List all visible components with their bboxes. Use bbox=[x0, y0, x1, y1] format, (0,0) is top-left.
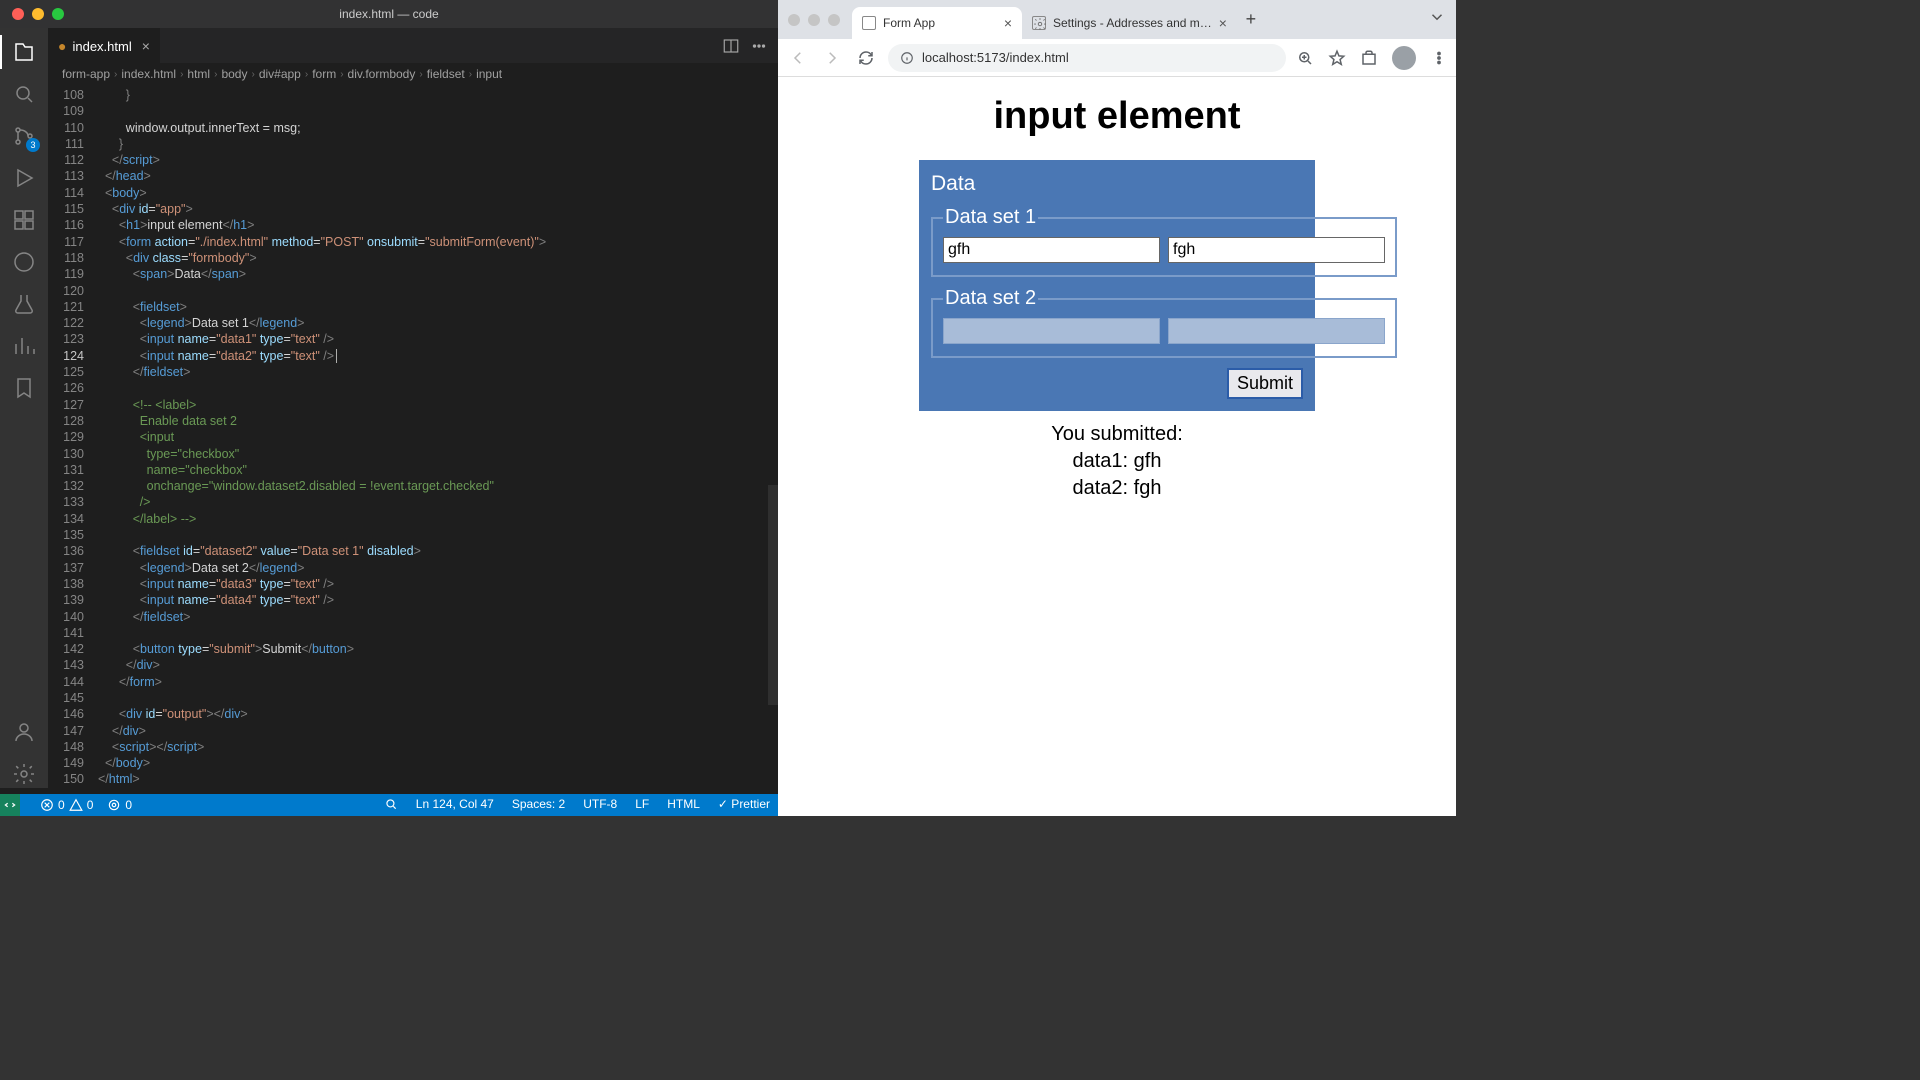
fullscreen-dot[interactable] bbox=[828, 14, 840, 26]
cursor-position[interactable]: Ln 124, Col 47 bbox=[416, 797, 494, 814]
tab-name: index.html bbox=[72, 39, 131, 54]
modified-dot-icon: ● bbox=[58, 38, 66, 54]
close-dot[interactable] bbox=[788, 14, 800, 26]
scm-icon[interactable]: 3 bbox=[10, 122, 38, 150]
bookmark-icon[interactable] bbox=[10, 374, 38, 402]
search-icon[interactable] bbox=[10, 80, 38, 108]
page-content: input element Data Data set 1 Data set 2… bbox=[778, 77, 1456, 816]
editor: ● index.html × form-app›index.html›html›… bbox=[48, 28, 778, 788]
zoom-icon[interactable] bbox=[1296, 49, 1314, 67]
graph-icon[interactable] bbox=[10, 332, 38, 360]
browser-tab[interactable]: Settings - Addresses and m… × bbox=[1022, 7, 1237, 39]
code-area[interactable]: 1081091101111121131141151161171181191201… bbox=[48, 85, 778, 788]
fieldset-1: Data set 1 bbox=[931, 206, 1397, 277]
status-bar: 0 0 0 Ln 124, Col 47 Spaces: 2 UTF-8 LF … bbox=[0, 794, 778, 816]
tab-close-icon[interactable]: × bbox=[1004, 15, 1012, 31]
favicon bbox=[862, 16, 876, 30]
data4-input bbox=[1168, 318, 1385, 344]
new-tab-button[interactable]: + bbox=[1237, 6, 1265, 34]
gear-icon[interactable] bbox=[10, 760, 38, 788]
forward-button[interactable] bbox=[820, 46, 844, 70]
data2-input[interactable] bbox=[1168, 237, 1385, 263]
formatter-status[interactable]: ✓ Prettier bbox=[718, 797, 770, 814]
editor-tab[interactable]: ● index.html × bbox=[48, 28, 160, 63]
form-body: Data Data set 1 Data set 2 Submit bbox=[919, 160, 1315, 411]
port-status[interactable]: 0 bbox=[107, 798, 132, 812]
find-icon[interactable] bbox=[384, 797, 398, 814]
code-source[interactable]: } window.output.innerText = msg; } </scr… bbox=[98, 85, 778, 788]
more-icon[interactable] bbox=[750, 37, 768, 55]
browser-tab[interactable]: Form App × bbox=[852, 7, 1022, 39]
url-text: localhost:5173/index.html bbox=[922, 50, 1069, 65]
activity-bar: 3 bbox=[0, 28, 48, 788]
extensions-icon[interactable] bbox=[10, 206, 38, 234]
toolbar: localhost:5173/index.html bbox=[778, 39, 1456, 77]
indent-status[interactable]: Spaces: 2 bbox=[512, 797, 565, 814]
minimap[interactable] bbox=[768, 85, 778, 788]
tab-close-icon[interactable]: × bbox=[142, 38, 150, 54]
browser-window: Form App × Settings - Addresses and m… ×… bbox=[778, 0, 1456, 816]
editor-tabs: ● index.html × bbox=[48, 28, 778, 63]
data-label: Data bbox=[931, 172, 975, 195]
page-heading: input element bbox=[993, 95, 1240, 138]
profile-avatar[interactable] bbox=[1392, 46, 1416, 70]
line-numbers: 1081091101111121131141151161171181191201… bbox=[48, 85, 98, 788]
data3-input bbox=[943, 318, 1160, 344]
extensions-icon[interactable] bbox=[1360, 49, 1378, 67]
minimize-dot[interactable] bbox=[808, 14, 820, 26]
fullscreen-dot[interactable] bbox=[52, 8, 64, 20]
window-title: index.html — code bbox=[339, 7, 438, 21]
back-button[interactable] bbox=[786, 46, 810, 70]
fieldset-2: Data set 2 bbox=[931, 287, 1397, 358]
minimize-dot[interactable] bbox=[32, 8, 44, 20]
menu-icon[interactable] bbox=[1430, 49, 1448, 67]
data1-input[interactable] bbox=[943, 237, 1160, 263]
remote-icon[interactable] bbox=[10, 248, 38, 276]
encoding-status[interactable]: UTF-8 bbox=[583, 797, 617, 814]
window-controls bbox=[0, 8, 64, 20]
close-dot[interactable] bbox=[12, 8, 24, 20]
site-info-icon[interactable] bbox=[900, 51, 914, 65]
test-icon[interactable] bbox=[10, 290, 38, 318]
eol-status[interactable]: LF bbox=[635, 797, 649, 814]
legend-2: Data set 2 bbox=[943, 287, 1038, 310]
tab-actions bbox=[722, 28, 778, 63]
lang-status[interactable]: HTML bbox=[667, 797, 700, 814]
reload-button[interactable] bbox=[854, 46, 878, 70]
legend-1: Data set 1 bbox=[943, 206, 1038, 229]
tab-title: Form App bbox=[883, 16, 997, 30]
output-text: You submitted:data1: gfhdata2: fgh bbox=[1051, 421, 1183, 502]
split-editor-icon[interactable] bbox=[722, 37, 740, 55]
browser-tabstrip: Form App × Settings - Addresses and m… ×… bbox=[778, 0, 1456, 39]
scm-badge: 3 bbox=[26, 138, 40, 152]
browser-window-controls bbox=[788, 14, 840, 26]
explorer-icon[interactable] bbox=[10, 38, 38, 66]
titlebar: index.html — code bbox=[0, 0, 778, 28]
favicon bbox=[1032, 16, 1046, 30]
tab-close-icon[interactable]: × bbox=[1219, 15, 1227, 31]
problems-status[interactable]: 0 0 bbox=[40, 798, 93, 812]
tab-title: Settings - Addresses and m… bbox=[1053, 16, 1212, 30]
tabs-overflow-icon[interactable] bbox=[1428, 8, 1446, 31]
breadcrumb[interactable]: form-app›index.html›html›body›div#app›fo… bbox=[48, 63, 778, 85]
bookmark-icon[interactable] bbox=[1328, 49, 1346, 67]
vscode-window: index.html — code 3 ● index.html × form-… bbox=[0, 0, 778, 816]
debug-icon[interactable] bbox=[10, 164, 38, 192]
submit-button[interactable]: Submit bbox=[1227, 368, 1303, 399]
remote-status-icon[interactable] bbox=[0, 794, 20, 816]
account-icon[interactable] bbox=[10, 718, 38, 746]
address-bar[interactable]: localhost:5173/index.html bbox=[888, 44, 1286, 72]
